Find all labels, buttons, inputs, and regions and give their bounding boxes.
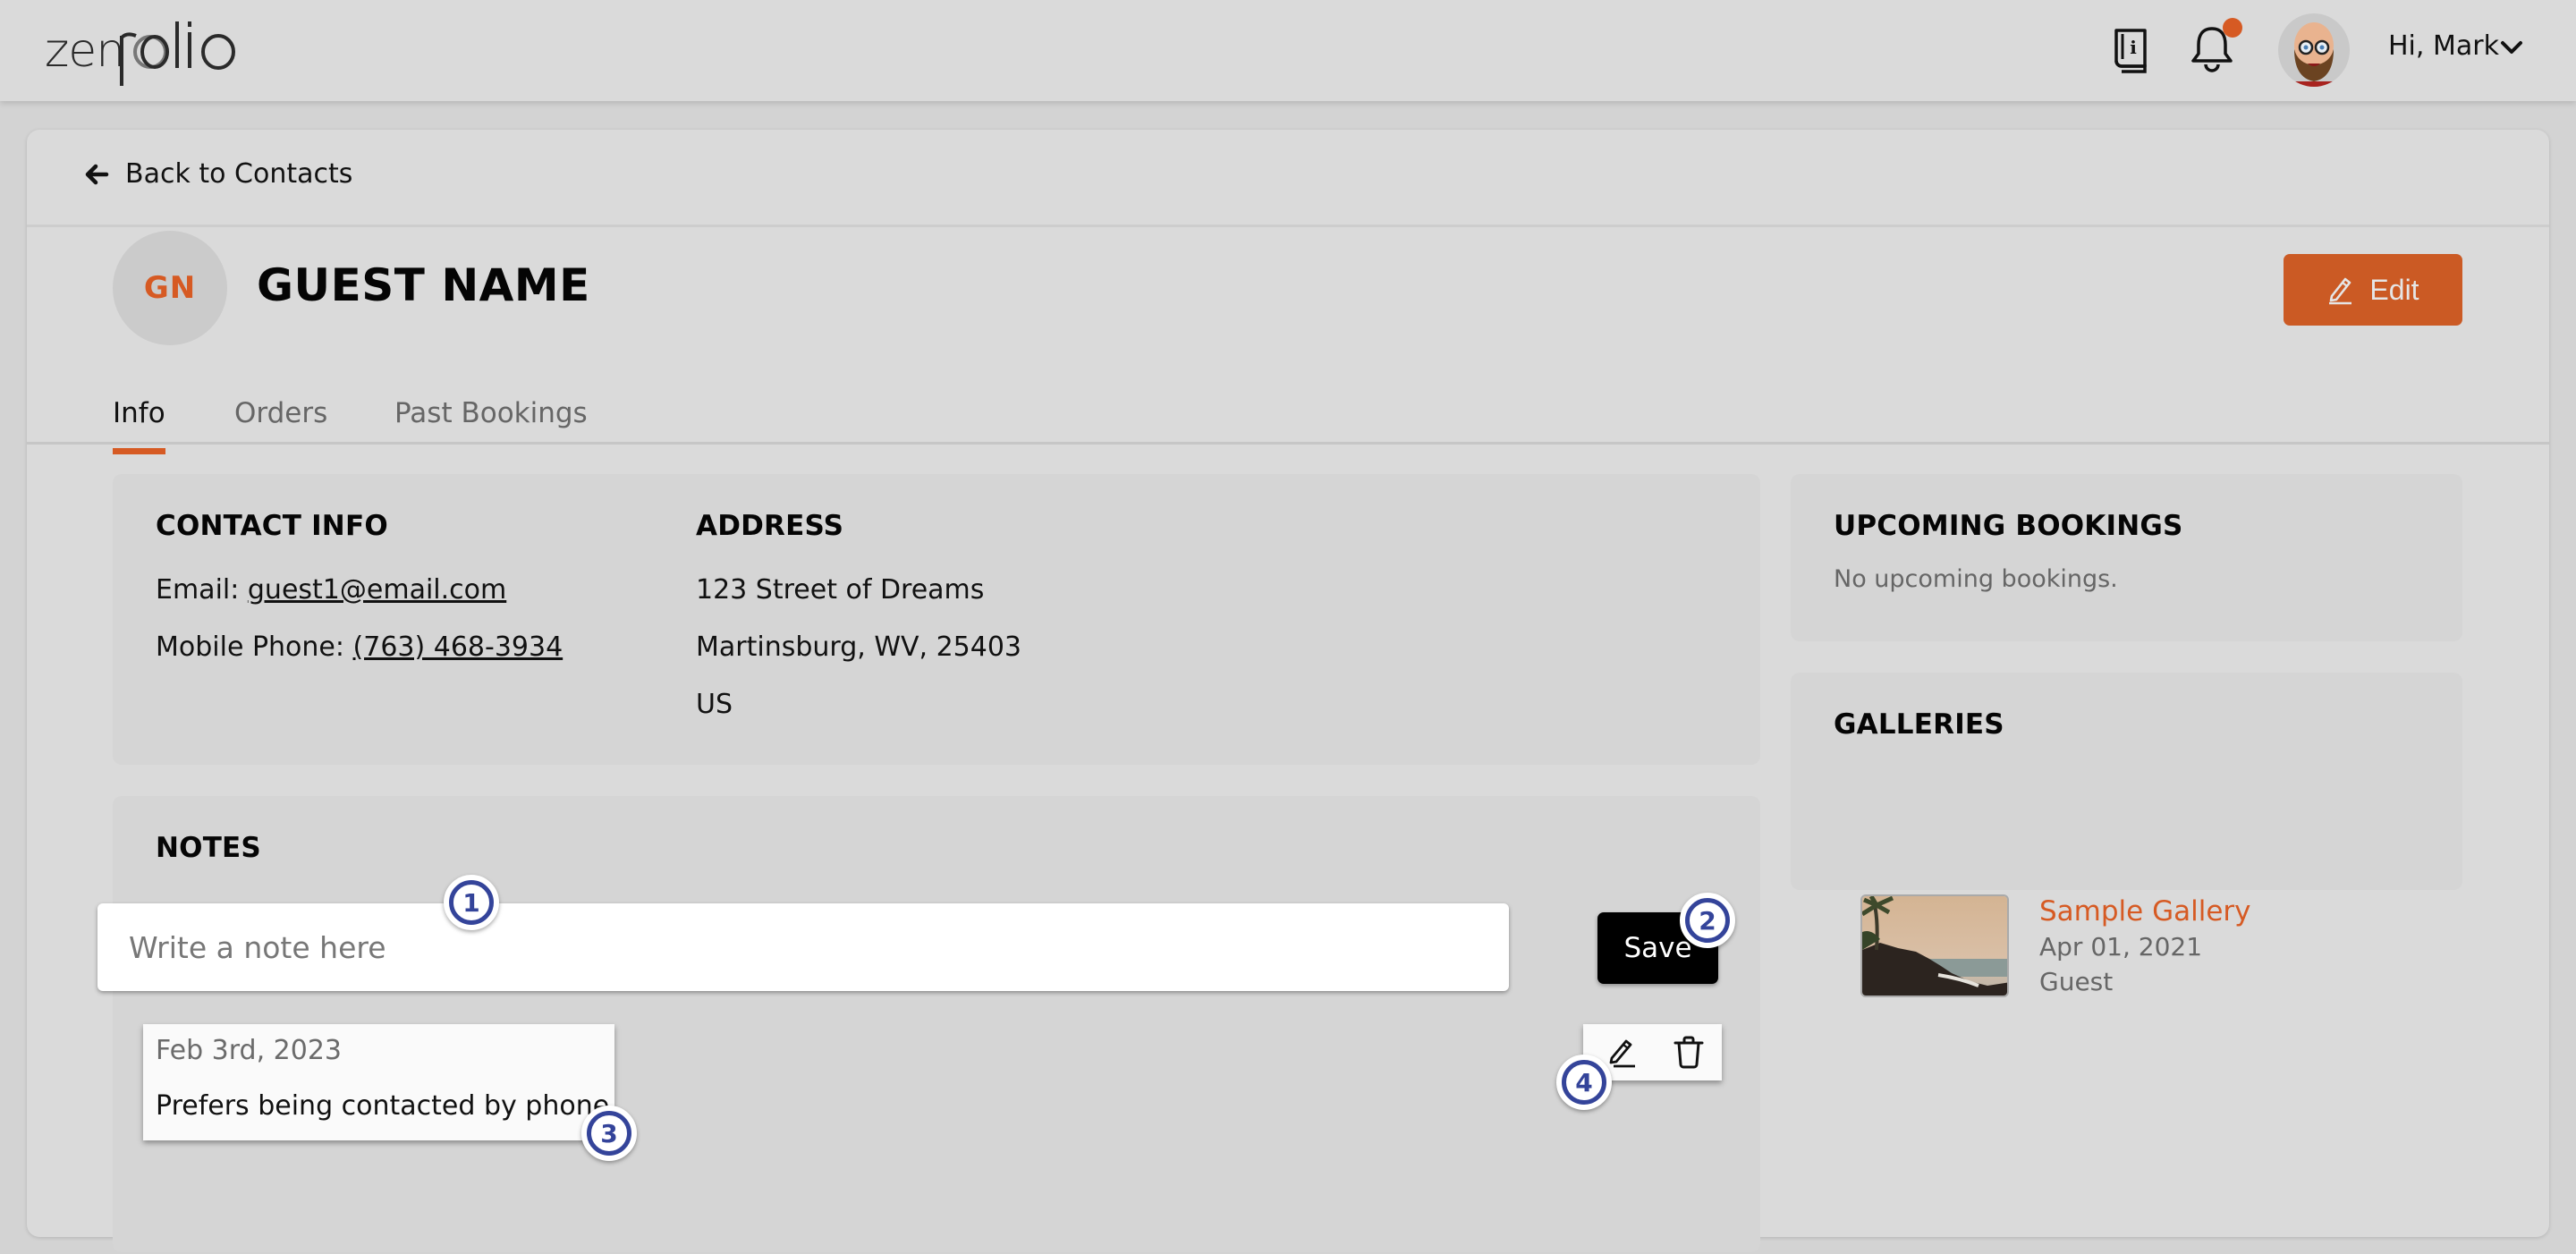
annotation-badge-1: 1 [444, 875, 499, 930]
user-avatar[interactable] [2278, 13, 2350, 87]
gallery-thumbnail[interactable] [1860, 894, 2009, 997]
top-navigation-bar: zen i Hi, Mark [0, 0, 2576, 101]
address-line-2: Martinsburg, WV, 25403 [696, 631, 1022, 663]
trash-icon[interactable] [1674, 1035, 1704, 1069]
guest-initials-avatar: GN [113, 231, 227, 345]
contact-tabs: Info Orders Past Bookings [27, 385, 2549, 454]
back-row: Back to Contacts [27, 130, 2549, 227]
phone-label: Mobile Phone: [156, 631, 353, 663]
guide-book-icon[interactable]: i [2113, 27, 2148, 75]
tab-past-bookings[interactable]: Past Bookings [394, 397, 588, 445]
annotation-badge-3: 3 [581, 1106, 637, 1161]
galleries-heading: GALLERIES [1834, 708, 2004, 741]
chevron-down-icon[interactable] [2499, 39, 2524, 57]
address-line-1: 123 Street of Dreams [696, 574, 985, 606]
tab-orders[interactable]: Orders [234, 397, 327, 445]
page-title: GUEST NAME [257, 259, 590, 311]
zenfolio-logo[interactable]: zen [45, 14, 242, 89]
address-country: US [696, 689, 733, 720]
notes-heading: NOTES [156, 832, 261, 864]
no-bookings-text: No upcoming bookings. [1834, 565, 2118, 593]
edit-contact-button[interactable]: Edit [2284, 254, 2462, 326]
user-greeting[interactable]: Hi, Mark [2388, 30, 2499, 62]
back-to-contacts-label: Back to Contacts [125, 158, 353, 190]
annotation-badge-4: 4 [1556, 1055, 1612, 1110]
contact-info-panel: CONTACT INFO Email: guest1@email.com Mob… [113, 474, 1760, 765]
note-item: Feb 3rd, 2023 Prefers being contacted by… [143, 1024, 614, 1140]
svg-text:zen: zen [45, 24, 124, 78]
address-heading: ADDRESS [696, 510, 844, 542]
arrow-left-icon [85, 164, 109, 184]
contact-detail-card: Back to Contacts GN GUEST NAME Edit Info… [27, 130, 2549, 1252]
annotation-badge-2: 2 [1680, 893, 1735, 948]
contact-info-heading: CONTACT INFO [156, 510, 388, 542]
note-date: Feb 3rd, 2023 [156, 1035, 343, 1066]
phone-link[interactable]: (763) 468-3934 [353, 631, 564, 663]
email-row: Email: guest1@email.com [156, 574, 506, 606]
edit-button-label: Edit [2369, 273, 2419, 306]
upcoming-bookings-panel: UPCOMING BOOKINGS No upcoming bookings. [1791, 474, 2462, 641]
phone-row: Mobile Phone: (763) 468-3934 [156, 631, 563, 663]
gallery-role: Guest [2039, 967, 2114, 996]
edit-note-icon[interactable] [1605, 1035, 1635, 1069]
note-input[interactable] [97, 903, 1509, 991]
pencil-icon [2329, 277, 2352, 305]
note-text: Prefers being contacted by phone [156, 1090, 610, 1122]
notification-badge [2223, 18, 2242, 38]
gallery-date: Apr 01, 2021 [2039, 932, 2203, 962]
back-to-contacts-link[interactable]: Back to Contacts [84, 158, 352, 190]
email-link[interactable]: guest1@email.com [248, 574, 506, 606]
upcoming-bookings-heading: UPCOMING BOOKINGS [1834, 510, 2183, 542]
gallery-name-link[interactable]: Sample Gallery [2039, 895, 2251, 928]
tab-info[interactable]: Info [113, 397, 165, 454]
svg-text:i: i [2130, 37, 2137, 58]
galleries-panel: GALLERIES [1791, 673, 2462, 890]
email-label: Email: [156, 574, 248, 606]
